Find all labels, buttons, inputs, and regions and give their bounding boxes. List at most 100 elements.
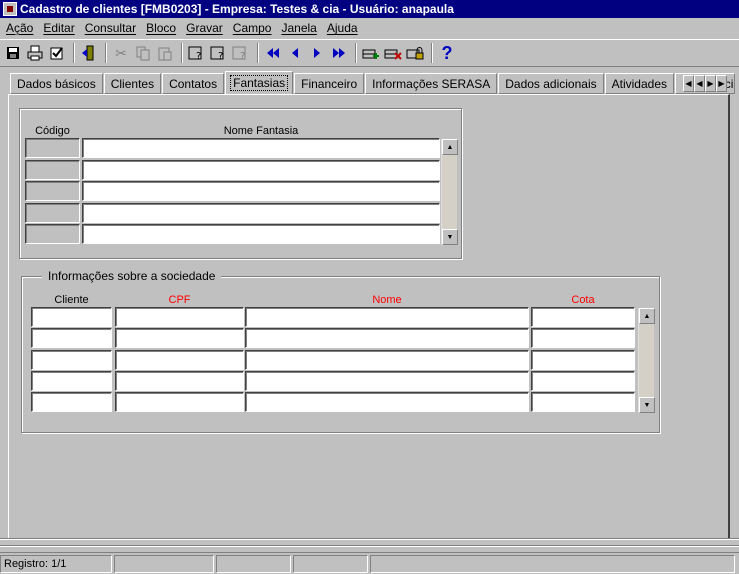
copy-icon[interactable] xyxy=(133,43,153,63)
cliente-field[interactable] xyxy=(31,307,112,327)
tab-dados-basicos[interactable]: Dados básicos xyxy=(10,73,103,94)
query-execute-icon[interactable]: ? xyxy=(209,43,229,63)
cliente-field[interactable] xyxy=(31,371,112,391)
svg-text:?: ? xyxy=(196,51,201,61)
menu-campo[interactable]: Campo xyxy=(229,21,278,35)
nome-fantasia-header: Nome Fantasia xyxy=(223,125,299,137)
nome-fantasia-field[interactable] xyxy=(82,203,440,223)
nome-field[interactable] xyxy=(245,307,529,327)
tab-fantasias[interactable]: Fantasias xyxy=(225,71,294,94)
toolbar-separator xyxy=(431,43,433,63)
codigo-field[interactable] xyxy=(25,181,80,201)
nome-fantasia-field[interactable] xyxy=(82,138,440,158)
cota-field[interactable] xyxy=(531,350,635,370)
toolbar-separator xyxy=(105,43,107,63)
insert-record-icon[interactable] xyxy=(361,43,381,63)
cpf-field[interactable] xyxy=(115,371,244,391)
codigo-field[interactable] xyxy=(25,138,80,158)
cliente-field[interactable] xyxy=(31,328,112,348)
menu-gravar[interactable]: Gravar xyxy=(182,21,229,35)
cpf-field[interactable] xyxy=(115,307,244,327)
cpf-field[interactable] xyxy=(115,328,244,348)
nome-field[interactable] xyxy=(245,371,529,391)
cota-field[interactable] xyxy=(531,328,635,348)
fantasias-scrollbar[interactable]: ▲ ▼ xyxy=(441,139,458,245)
work-area: Dados básicos Clientes Contatos Fantasia… xyxy=(0,68,739,538)
toolbar-separator xyxy=(73,43,75,63)
menu-editar[interactable]: Editar xyxy=(39,21,80,35)
scroll-down-icon[interactable]: ▼ xyxy=(442,229,458,245)
codigo-header: Código xyxy=(35,125,70,137)
cliente-field[interactable] xyxy=(31,392,112,412)
save-icon[interactable] xyxy=(3,43,23,63)
first-record-icon[interactable] xyxy=(263,43,283,63)
cpf-field[interactable] xyxy=(115,350,244,370)
app-icon[interactable] xyxy=(3,2,17,16)
nome-field[interactable] xyxy=(245,328,529,348)
paste-icon[interactable] xyxy=(155,43,175,63)
tab-contatos[interactable]: Contatos xyxy=(162,73,225,94)
fantasias-frame: Código Nome Fantasia ▲ ▼ xyxy=(19,108,462,259)
cpf-field[interactable] xyxy=(115,392,244,412)
check-icon[interactable] xyxy=(47,43,67,63)
cota-field[interactable] xyxy=(531,371,635,391)
nome-header: Nome xyxy=(372,294,402,306)
tab-financeiro[interactable]: Financeiro xyxy=(294,73,365,94)
menu-janela[interactable]: Janela xyxy=(277,21,322,35)
bottom-divider xyxy=(0,538,739,540)
codigo-field[interactable] xyxy=(25,160,80,180)
tab-dados-adicionais[interactable]: Dados adicionais xyxy=(498,73,604,94)
status-cell xyxy=(370,554,735,573)
status-cell xyxy=(293,554,368,573)
nome-field[interactable] xyxy=(245,350,529,370)
nome-fantasia-field[interactable] xyxy=(82,160,440,180)
toolbar: ✂ ? ? ? ? xyxy=(0,39,739,67)
nome-fantasia-field[interactable] xyxy=(82,181,440,201)
nome-field[interactable] xyxy=(245,392,529,412)
cut-icon[interactable]: ✂ xyxy=(111,43,131,63)
tab-clientes[interactable]: Clientes xyxy=(103,73,162,94)
scroll-up-icon[interactable]: ▲ xyxy=(442,139,458,155)
tab-atividades[interactable]: Atividades xyxy=(604,73,674,94)
help-icon[interactable]: ? xyxy=(437,43,457,63)
menu-ajuda[interactable]: Ajuda xyxy=(323,21,364,35)
nome-fantasia-field[interactable] xyxy=(82,224,440,244)
tab-scroll-first-icon[interactable]: ◀ xyxy=(683,75,694,92)
cota-field[interactable] xyxy=(531,392,635,412)
previous-record-icon[interactable] xyxy=(285,43,305,63)
sociedade-frame: Informações sobre a sociedade Cliente CP… xyxy=(21,269,660,433)
cliente-header: Cliente xyxy=(54,294,89,306)
tab-scroll-prev-icon[interactable]: ◀ xyxy=(694,75,705,92)
toolbar-separator xyxy=(181,43,183,63)
tab-scroll-last-icon[interactable]: ▶ xyxy=(716,75,727,92)
query-enter-icon[interactable]: ? xyxy=(187,43,207,63)
cota-field[interactable] xyxy=(531,307,635,327)
tab-scroll-next-icon[interactable]: ▶ xyxy=(705,75,716,92)
codigo-field[interactable] xyxy=(25,203,80,223)
query-cancel-icon[interactable]: ? xyxy=(231,43,251,63)
status-cell xyxy=(216,554,291,573)
print-icon[interactable] xyxy=(25,43,45,63)
sociedade-scrollbar[interactable]: ▲ ▼ xyxy=(638,308,655,413)
status-bar: Registro: 1/1 xyxy=(0,552,739,574)
last-record-icon[interactable] xyxy=(329,43,349,63)
scroll-up-icon[interactable]: ▲ xyxy=(639,308,655,324)
tab-scroll-buttons: ◀ ◀ ▶ ▶ xyxy=(683,75,727,92)
exit-icon[interactable] xyxy=(79,43,99,63)
menu-bar: Ação Editar Consultar Bloco Gravar Campo… xyxy=(0,18,739,38)
svg-text:?: ? xyxy=(218,51,223,61)
cliente-field[interactable] xyxy=(31,350,112,370)
scroll-down-icon[interactable]: ▼ xyxy=(639,397,655,413)
tab-strip: Dados básicos Clientes Contatos Fantasia… xyxy=(10,71,736,95)
tab-informacoes-serasa[interactable]: Informações SERASA xyxy=(365,73,498,94)
menu-bloco[interactable]: Bloco xyxy=(142,21,182,35)
menu-consultar[interactable]: Consultar xyxy=(81,21,142,35)
lock-record-icon[interactable] xyxy=(405,43,425,63)
record-counter: Registro: 1/1 xyxy=(0,554,112,573)
cota-header: Cota xyxy=(571,294,595,306)
menu-acao[interactable]: Ação xyxy=(2,21,39,35)
next-record-icon[interactable] xyxy=(307,43,327,63)
codigo-field[interactable] xyxy=(25,224,80,244)
delete-record-icon[interactable] xyxy=(383,43,403,63)
toolbar-separator xyxy=(355,43,357,63)
